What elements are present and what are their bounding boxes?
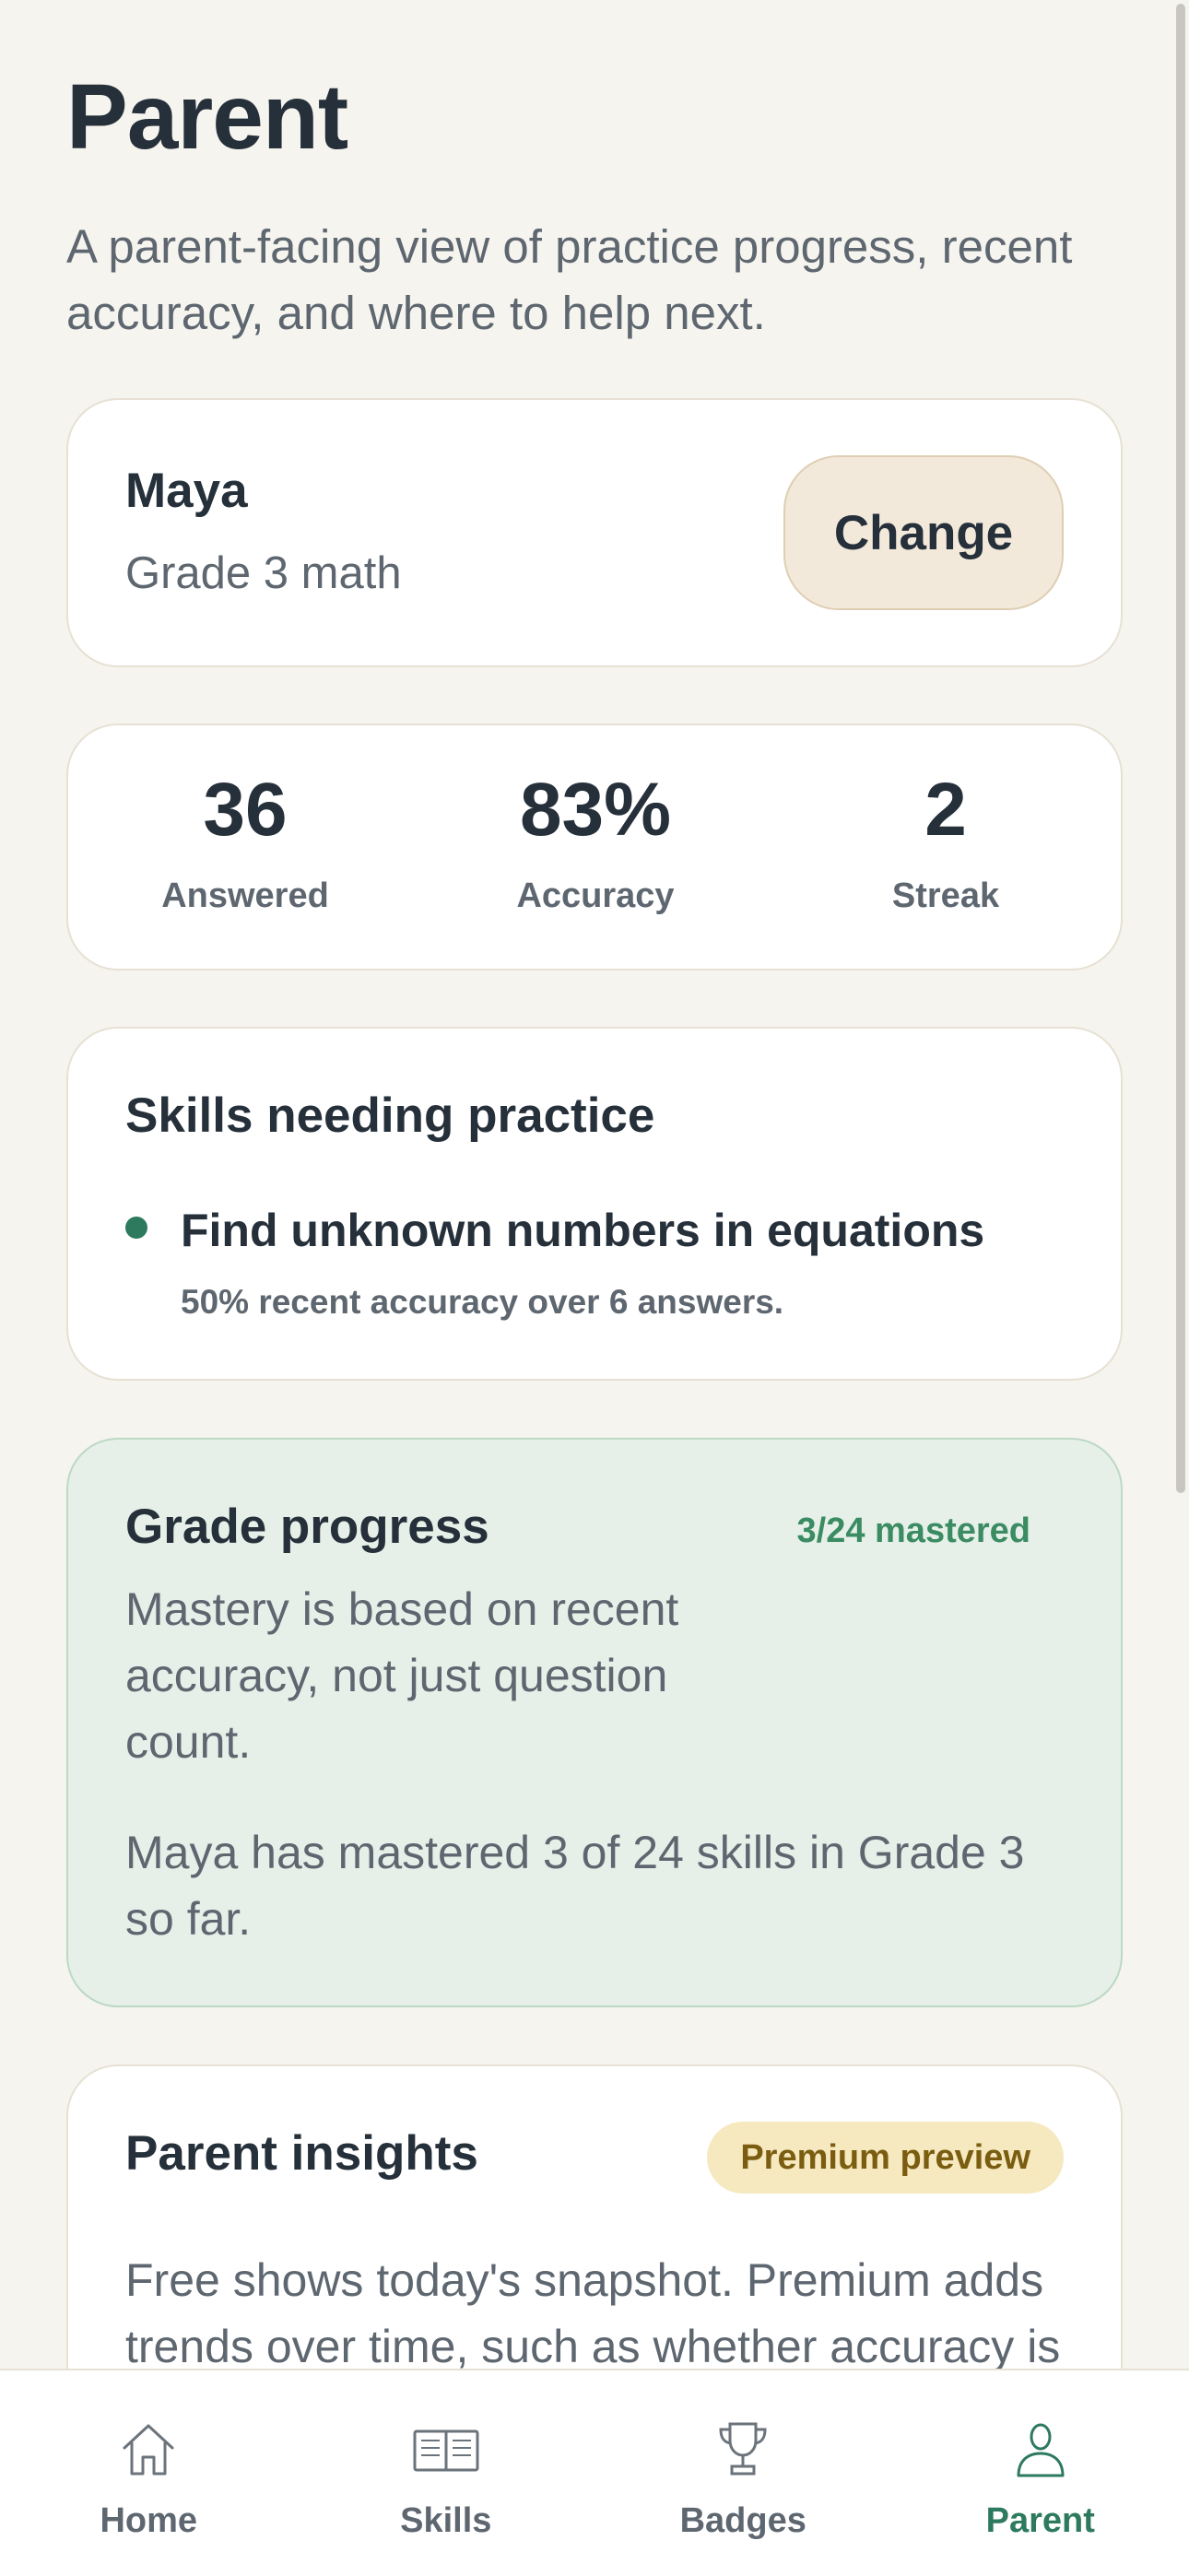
bottom-nav: Home Skills Badges Parent: [0, 2369, 1189, 2576]
premium-preview-badge: Premium preview: [707, 2122, 1064, 2194]
scroll-content[interactable]: Parent A parent-facing view of practice …: [0, 0, 1189, 2369]
home-icon: [123, 2424, 174, 2476]
page-subtitle: A parent-facing view of practice progres…: [66, 220, 1073, 339]
insights-heading: Parent insights: [125, 2126, 478, 2181]
trophy-icon: [719, 2422, 767, 2476]
child-name: Maya: [125, 464, 248, 518]
bullet-dot-icon: [125, 1217, 147, 1239]
grade-progress-heading: Grade progress: [125, 1500, 489, 1554]
stat-value: 2: [924, 768, 967, 852]
scrollbar[interactable]: [1176, 4, 1185, 1493]
grade-progress-card: Grade progress 3/24 mastered Mastery is …: [66, 1438, 1123, 2007]
nav-item-badges[interactable]: Badges: [594, 2370, 892, 2576]
stats-card: 36 Answered 83% Accuracy 2 Streak: [66, 723, 1123, 970]
stat-label: Answered: [161, 876, 329, 915]
parent-insights-card: Parent insights Premium preview Free sho…: [66, 2064, 1123, 2369]
stat-label: Accuracy: [516, 876, 675, 915]
child-card: Maya Grade 3 math Change: [66, 398, 1123, 667]
stat-streak: 2 Streak: [807, 764, 1084, 916]
stat-answered: 36 Answered: [107, 764, 383, 916]
stat-value: 36: [203, 768, 288, 852]
nav-label: Home: [100, 2501, 198, 2540]
child-grade: Grade 3 math: [125, 548, 402, 598]
skills-needing-practice-card: Skills needing practice Find unknown num…: [66, 1027, 1123, 1381]
person-icon: [1017, 2423, 1065, 2477]
book-icon: [413, 2429, 479, 2472]
skill-accuracy-meta: 50% recent accuracy over 6 answers.: [181, 1283, 784, 1321]
nav-item-skills[interactable]: Skills: [298, 2370, 595, 2576]
stat-label: Streak: [891, 876, 1000, 915]
nav-item-parent[interactable]: Parent: [892, 2370, 1189, 2576]
mastery-summary: Maya has mastered 3 of 24 skills in Grad…: [125, 1827, 1025, 1945]
skills-heading: Skills needing practice: [125, 1088, 655, 1143]
skill-name: Find unknown numbers in equations: [181, 1205, 985, 1256]
change-child-button[interactable]: Change: [783, 455, 1064, 610]
nav-label: Parent: [985, 2501, 1095, 2540]
stat-value: 83%: [519, 768, 672, 852]
parent-screen: Parent A parent-facing view of practice …: [0, 0, 1189, 2576]
mastered-count-badge: 3/24 mastered: [796, 1511, 1031, 1550]
page-title: Parent: [66, 65, 348, 169]
nav-item-home[interactable]: Home: [0, 2370, 298, 2576]
nav-label: Badges: [679, 2501, 806, 2540]
insights-text: Free shows today's snapshot. Premium add…: [125, 2254, 1061, 2369]
nav-label: Skills: [400, 2501, 492, 2540]
stat-accuracy: 83% Accuracy: [457, 764, 734, 916]
mastery-description: Mastery is based on recent accuracy, not…: [125, 1583, 679, 1768]
